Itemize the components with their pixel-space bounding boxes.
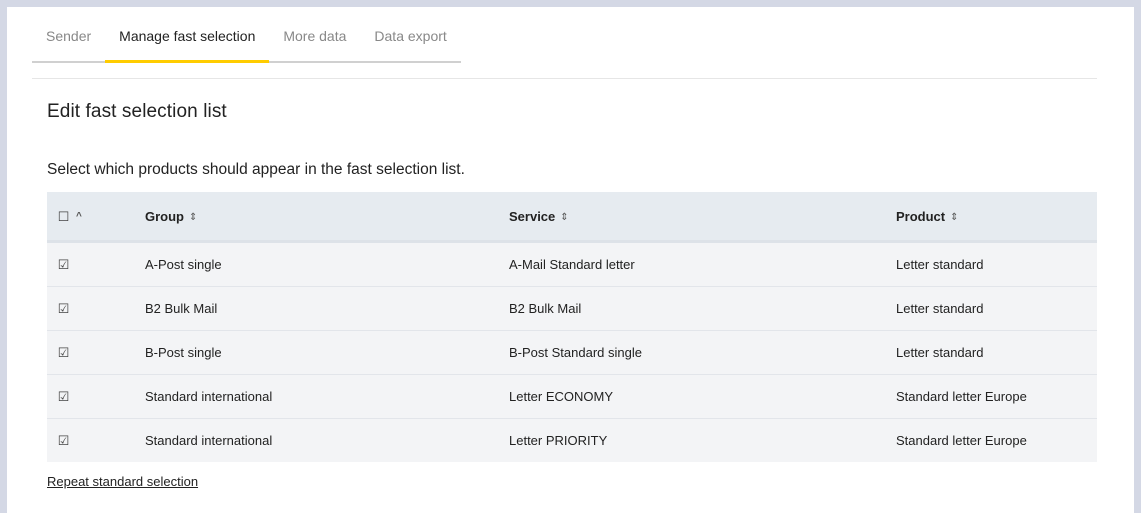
row-select-cell: ☑ (47, 434, 145, 447)
section-divider (32, 78, 1097, 79)
row-select-cell: ☑ (47, 390, 145, 403)
column-header-group[interactable]: Group ⇕ (145, 209, 509, 224)
select-all-checkbox[interactable]: ☐ (57, 210, 70, 223)
table-row: ☑ B-Post single B-Post Standard single L… (47, 331, 1097, 375)
caret-up-icon[interactable]: ^ (76, 211, 82, 222)
cell-product: Standard letter Europe (896, 389, 1027, 404)
cell-product: Standard letter Europe (896, 433, 1027, 448)
cell-service: Letter PRIORITY (509, 433, 608, 448)
tab-more-data[interactable]: More data (269, 7, 360, 63)
page-title: Edit fast selection list (47, 101, 227, 122)
column-header-service-label: Service (509, 208, 556, 224)
content-panel: Sender Manage fast selection More data D… (7, 7, 1134, 513)
table-header-row: ☐ ^ Group ⇕ Service ⇕ Product ⇕ (47, 192, 1097, 243)
table-row: ☑ Standard international Letter ECONOMY … (47, 375, 1097, 419)
intro-text: Select which products should appear in t… (47, 161, 465, 178)
column-header-product[interactable]: Product ⇕ (896, 209, 1097, 224)
cell-product: Letter standard (896, 301, 984, 316)
cell-product: Letter standard (896, 345, 984, 360)
sort-icon[interactable]: ⇕ (560, 212, 568, 223)
select-all-cell: ☐ ^ (47, 210, 145, 223)
cell-service: A-Mail Standard letter (509, 257, 635, 272)
cell-group: B2 Bulk Mail (145, 301, 218, 316)
row-select-cell: ☑ (47, 346, 145, 359)
cell-group: Standard international (145, 433, 273, 448)
sort-icon[interactable]: ⇕ (950, 212, 958, 223)
cell-group: B-Post single (145, 345, 222, 360)
repeat-standard-selection-link[interactable]: Repeat standard selection (47, 474, 198, 489)
column-header-group-label: Group (145, 208, 184, 224)
row-checkbox[interactable]: ☑ (57, 302, 70, 315)
tab-manage-fast-selection[interactable]: Manage fast selection (105, 7, 270, 63)
row-checkbox[interactable]: ☑ (57, 346, 70, 359)
table-row: ☑ Standard international Letter PRIORITY… (47, 419, 1097, 462)
fast-selection-table: ☐ ^ Group ⇕ Service ⇕ Product ⇕ ☑ A-Post si… (47, 192, 1097, 462)
tab-data-export[interactable]: Data export (360, 7, 460, 63)
table-row: ☑ B2 Bulk Mail B2 Bulk Mail Letter stand… (47, 287, 1097, 331)
cell-service: B2 Bulk Mail (509, 301, 582, 316)
cell-group: A-Post single (145, 257, 222, 272)
column-header-product-label: Product (896, 208, 946, 224)
row-checkbox[interactable]: ☑ (57, 434, 70, 447)
table-row: ☑ A-Post single A-Mail Standard letter L… (47, 243, 1097, 287)
cell-group: Standard international (145, 389, 273, 404)
tab-sender[interactable]: Sender (32, 7, 105, 63)
row-select-cell: ☑ (47, 302, 145, 315)
row-checkbox[interactable]: ☑ (57, 390, 70, 403)
tab-bar: Sender Manage fast selection More data D… (32, 7, 461, 63)
column-header-service[interactable]: Service ⇕ (509, 209, 896, 224)
cell-service: B-Post Standard single (509, 345, 642, 360)
row-checkbox[interactable]: ☑ (57, 258, 70, 271)
sort-icon[interactable]: ⇕ (189, 212, 197, 223)
row-select-cell: ☑ (47, 258, 145, 271)
cell-product: Letter standard (896, 257, 984, 272)
cell-service: Letter ECONOMY (509, 389, 614, 404)
